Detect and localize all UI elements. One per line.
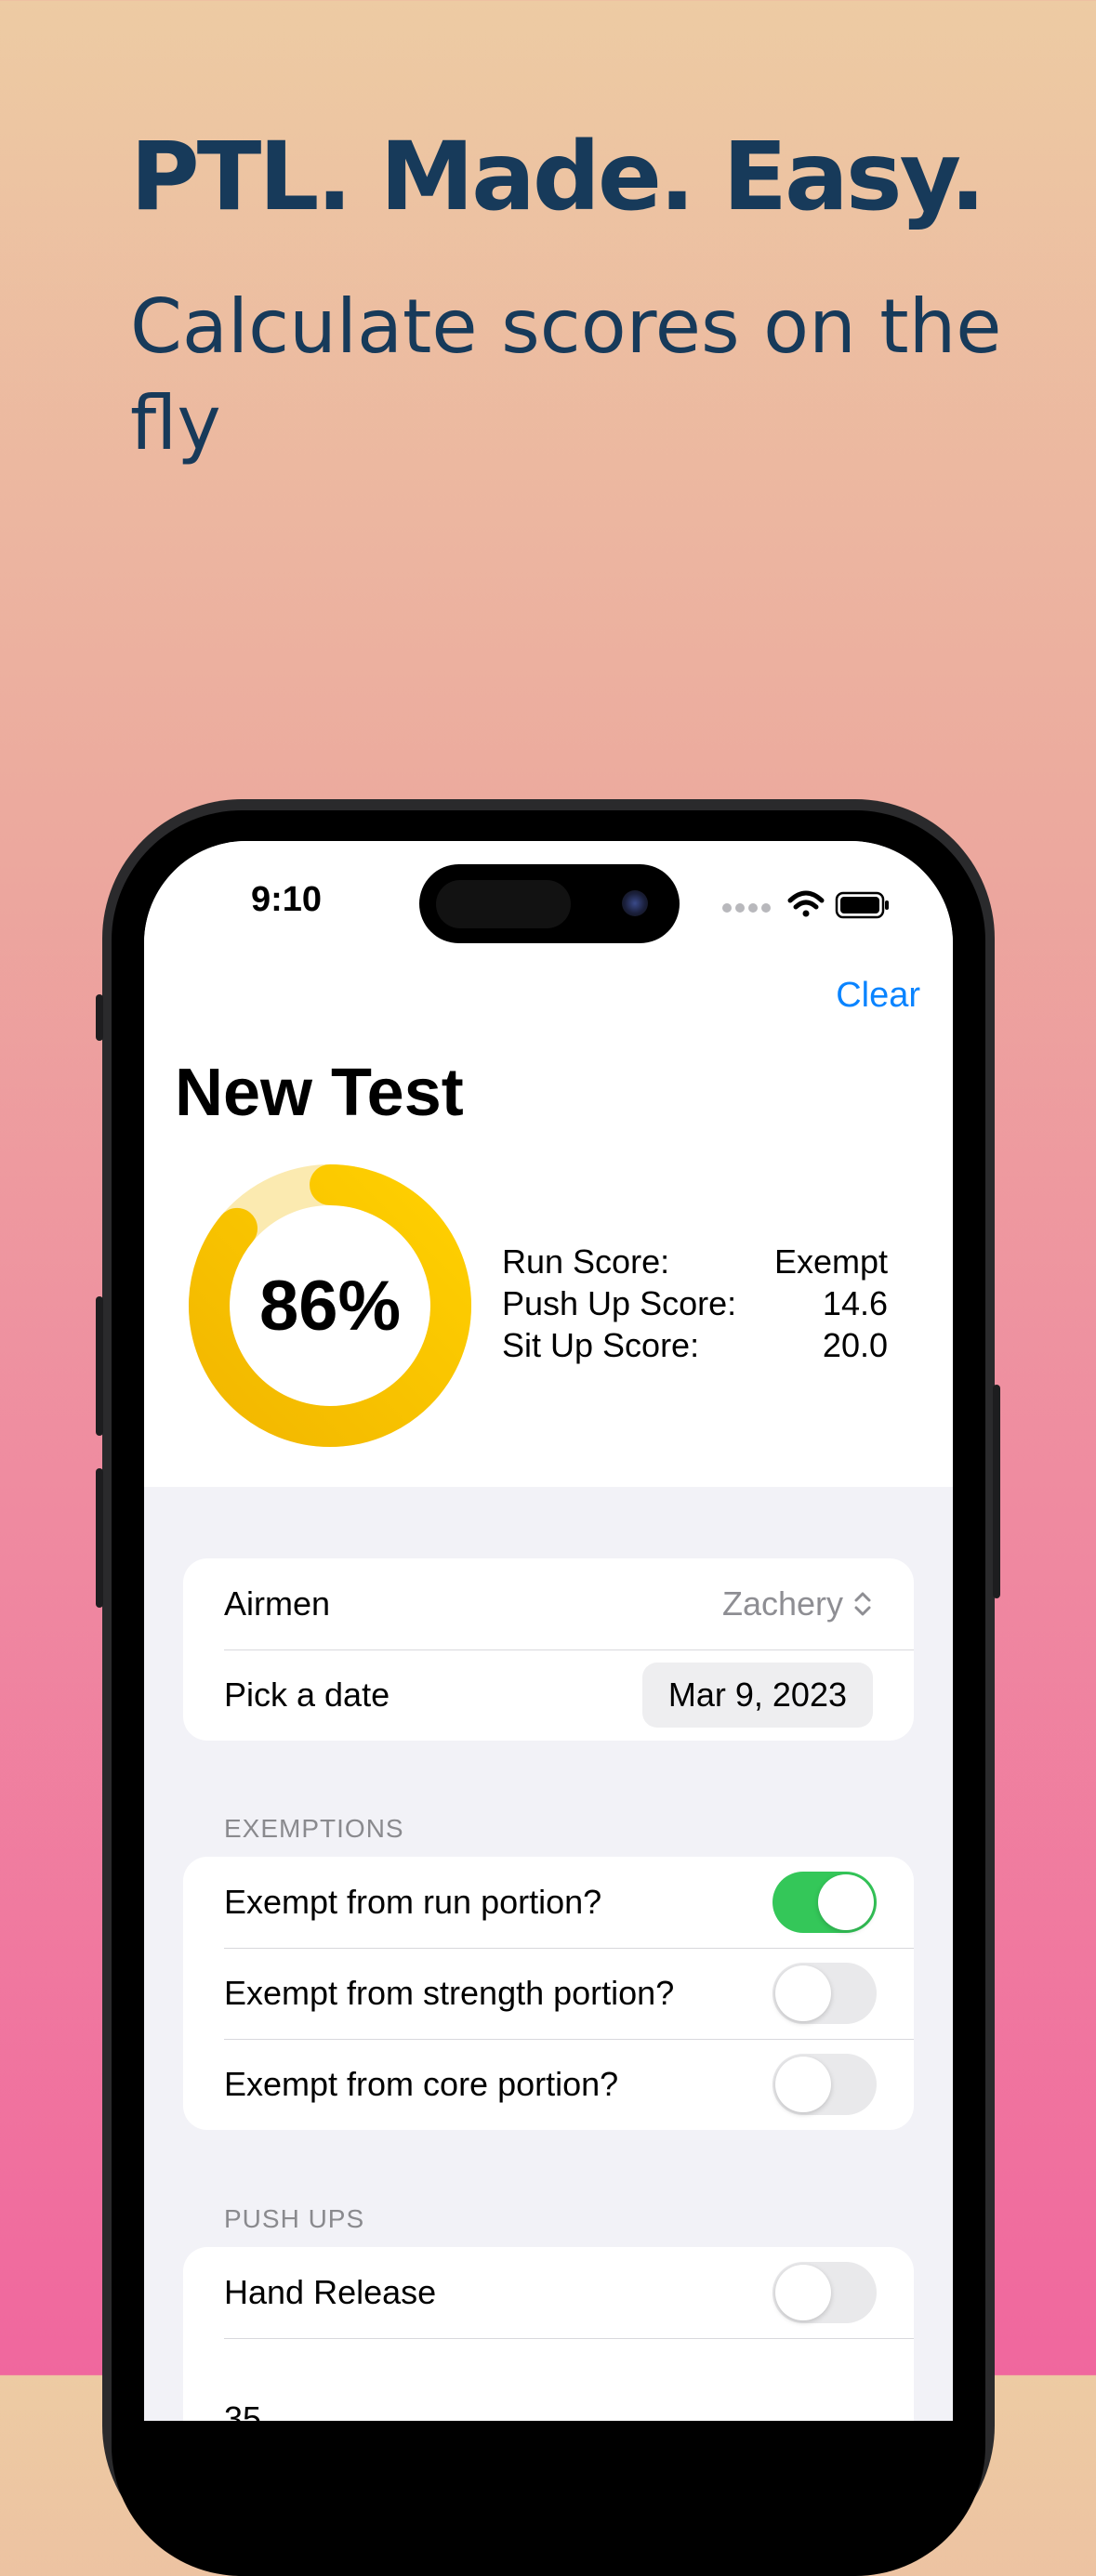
- camera-icon: [622, 890, 648, 916]
- date-picker-row: Pick a date Mar 9, 2023: [183, 1649, 914, 1741]
- island-sensor: [436, 880, 571, 928]
- volume-down-button: [96, 1468, 103, 1608]
- details-group: Airmen Zachery Pick a date Mar 9, 2023: [183, 1558, 914, 1741]
- signal-dots-icon: [722, 903, 771, 913]
- dynamic-island: [419, 864, 680, 943]
- overall-score: 86%: [258, 1266, 402, 1346]
- hand-release-label: Hand Release: [224, 2273, 437, 2311]
- date-label: Pick a date: [224, 1676, 390, 1714]
- exempt-run-label: Exempt from run portion?: [224, 1883, 602, 1921]
- push-up-score-row: Push Up Score: 14.6: [502, 1282, 888, 1324]
- wifi-icon: [787, 890, 825, 917]
- exempt-strength-row: Exempt from strength portion?: [183, 1948, 914, 2039]
- sit-up-score-value: 20.0: [822, 1326, 888, 1364]
- status-time: 9:10: [251, 880, 323, 919]
- airmen-label: Airmen: [224, 1584, 331, 1623]
- date-picker-button[interactable]: Mar 9, 2023: [641, 1663, 873, 1728]
- hand-release-row: Hand Release: [183, 2247, 914, 2338]
- power-button: [993, 1385, 1000, 1598]
- run-score-label: Run Score:: [502, 1242, 670, 1281]
- exempt-core-toggle[interactable]: [772, 2054, 877, 2115]
- push-up-count-row[interactable]: 35: [183, 2338, 914, 2421]
- score-breakdown: Run Score: Exempt Push Up Score: 14.6 Si…: [502, 1241, 888, 1366]
- exempt-strength-label: Exempt from strength portion?: [224, 1974, 675, 2012]
- sit-up-score-row: Sit Up Score: 20.0: [502, 1324, 888, 1366]
- volume-up-button: [96, 1296, 103, 1436]
- side-button: [96, 994, 103, 1041]
- status-icons: [722, 890, 889, 919]
- exempt-run-row: Exempt from run portion?: [183, 1857, 914, 1948]
- page-title: New Test: [175, 1056, 464, 1130]
- exempt-run-toggle[interactable]: [772, 1872, 877, 1933]
- exemptions-group: Exempt from run portion? Exempt from str…: [183, 1857, 914, 2130]
- push-ups-header: PUSH UPS: [224, 2204, 365, 2233]
- run-score-value: Exempt: [773, 1242, 888, 1281]
- chevron-up-down-icon: [854, 1592, 871, 1616]
- airmen-value: Zachery: [721, 1584, 843, 1623]
- phone-screen: 9:10 Clear New Test 86% Run Score: Exemp…: [144, 841, 953, 2421]
- airmen-picker-row[interactable]: Airmen Zachery: [183, 1558, 914, 1649]
- run-score-row: Run Score: Exempt: [502, 1241, 888, 1282]
- subheadline: Calculate scores on the fly: [130, 283, 1002, 467]
- headline: PTL. Made. Easy.: [130, 122, 985, 232]
- exempt-core-label: Exempt from core portion?: [224, 2065, 619, 2103]
- push-up-count-value[interactable]: 35: [224, 2399, 261, 2421]
- score-ring: 86%: [186, 1162, 474, 1450]
- clear-button[interactable]: Clear: [836, 976, 920, 1016]
- battery-icon: [835, 891, 889, 919]
- push-up-score-label: Push Up Score:: [502, 1284, 737, 1322]
- exempt-strength-toggle[interactable]: [772, 1963, 877, 2024]
- exempt-core-row: Exempt from core portion?: [183, 2039, 914, 2130]
- hand-release-toggle[interactable]: [772, 2262, 877, 2323]
- sit-up-score-label: Sit Up Score:: [502, 1326, 700, 1364]
- push-up-score-value: 14.6: [822, 1284, 888, 1322]
- exemptions-header: EXEMPTIONS: [224, 1814, 404, 1843]
- airmen-picker[interactable]: Zachery: [722, 1584, 873, 1623]
- push-ups-group: Hand Release 35: [183, 2247, 914, 2421]
